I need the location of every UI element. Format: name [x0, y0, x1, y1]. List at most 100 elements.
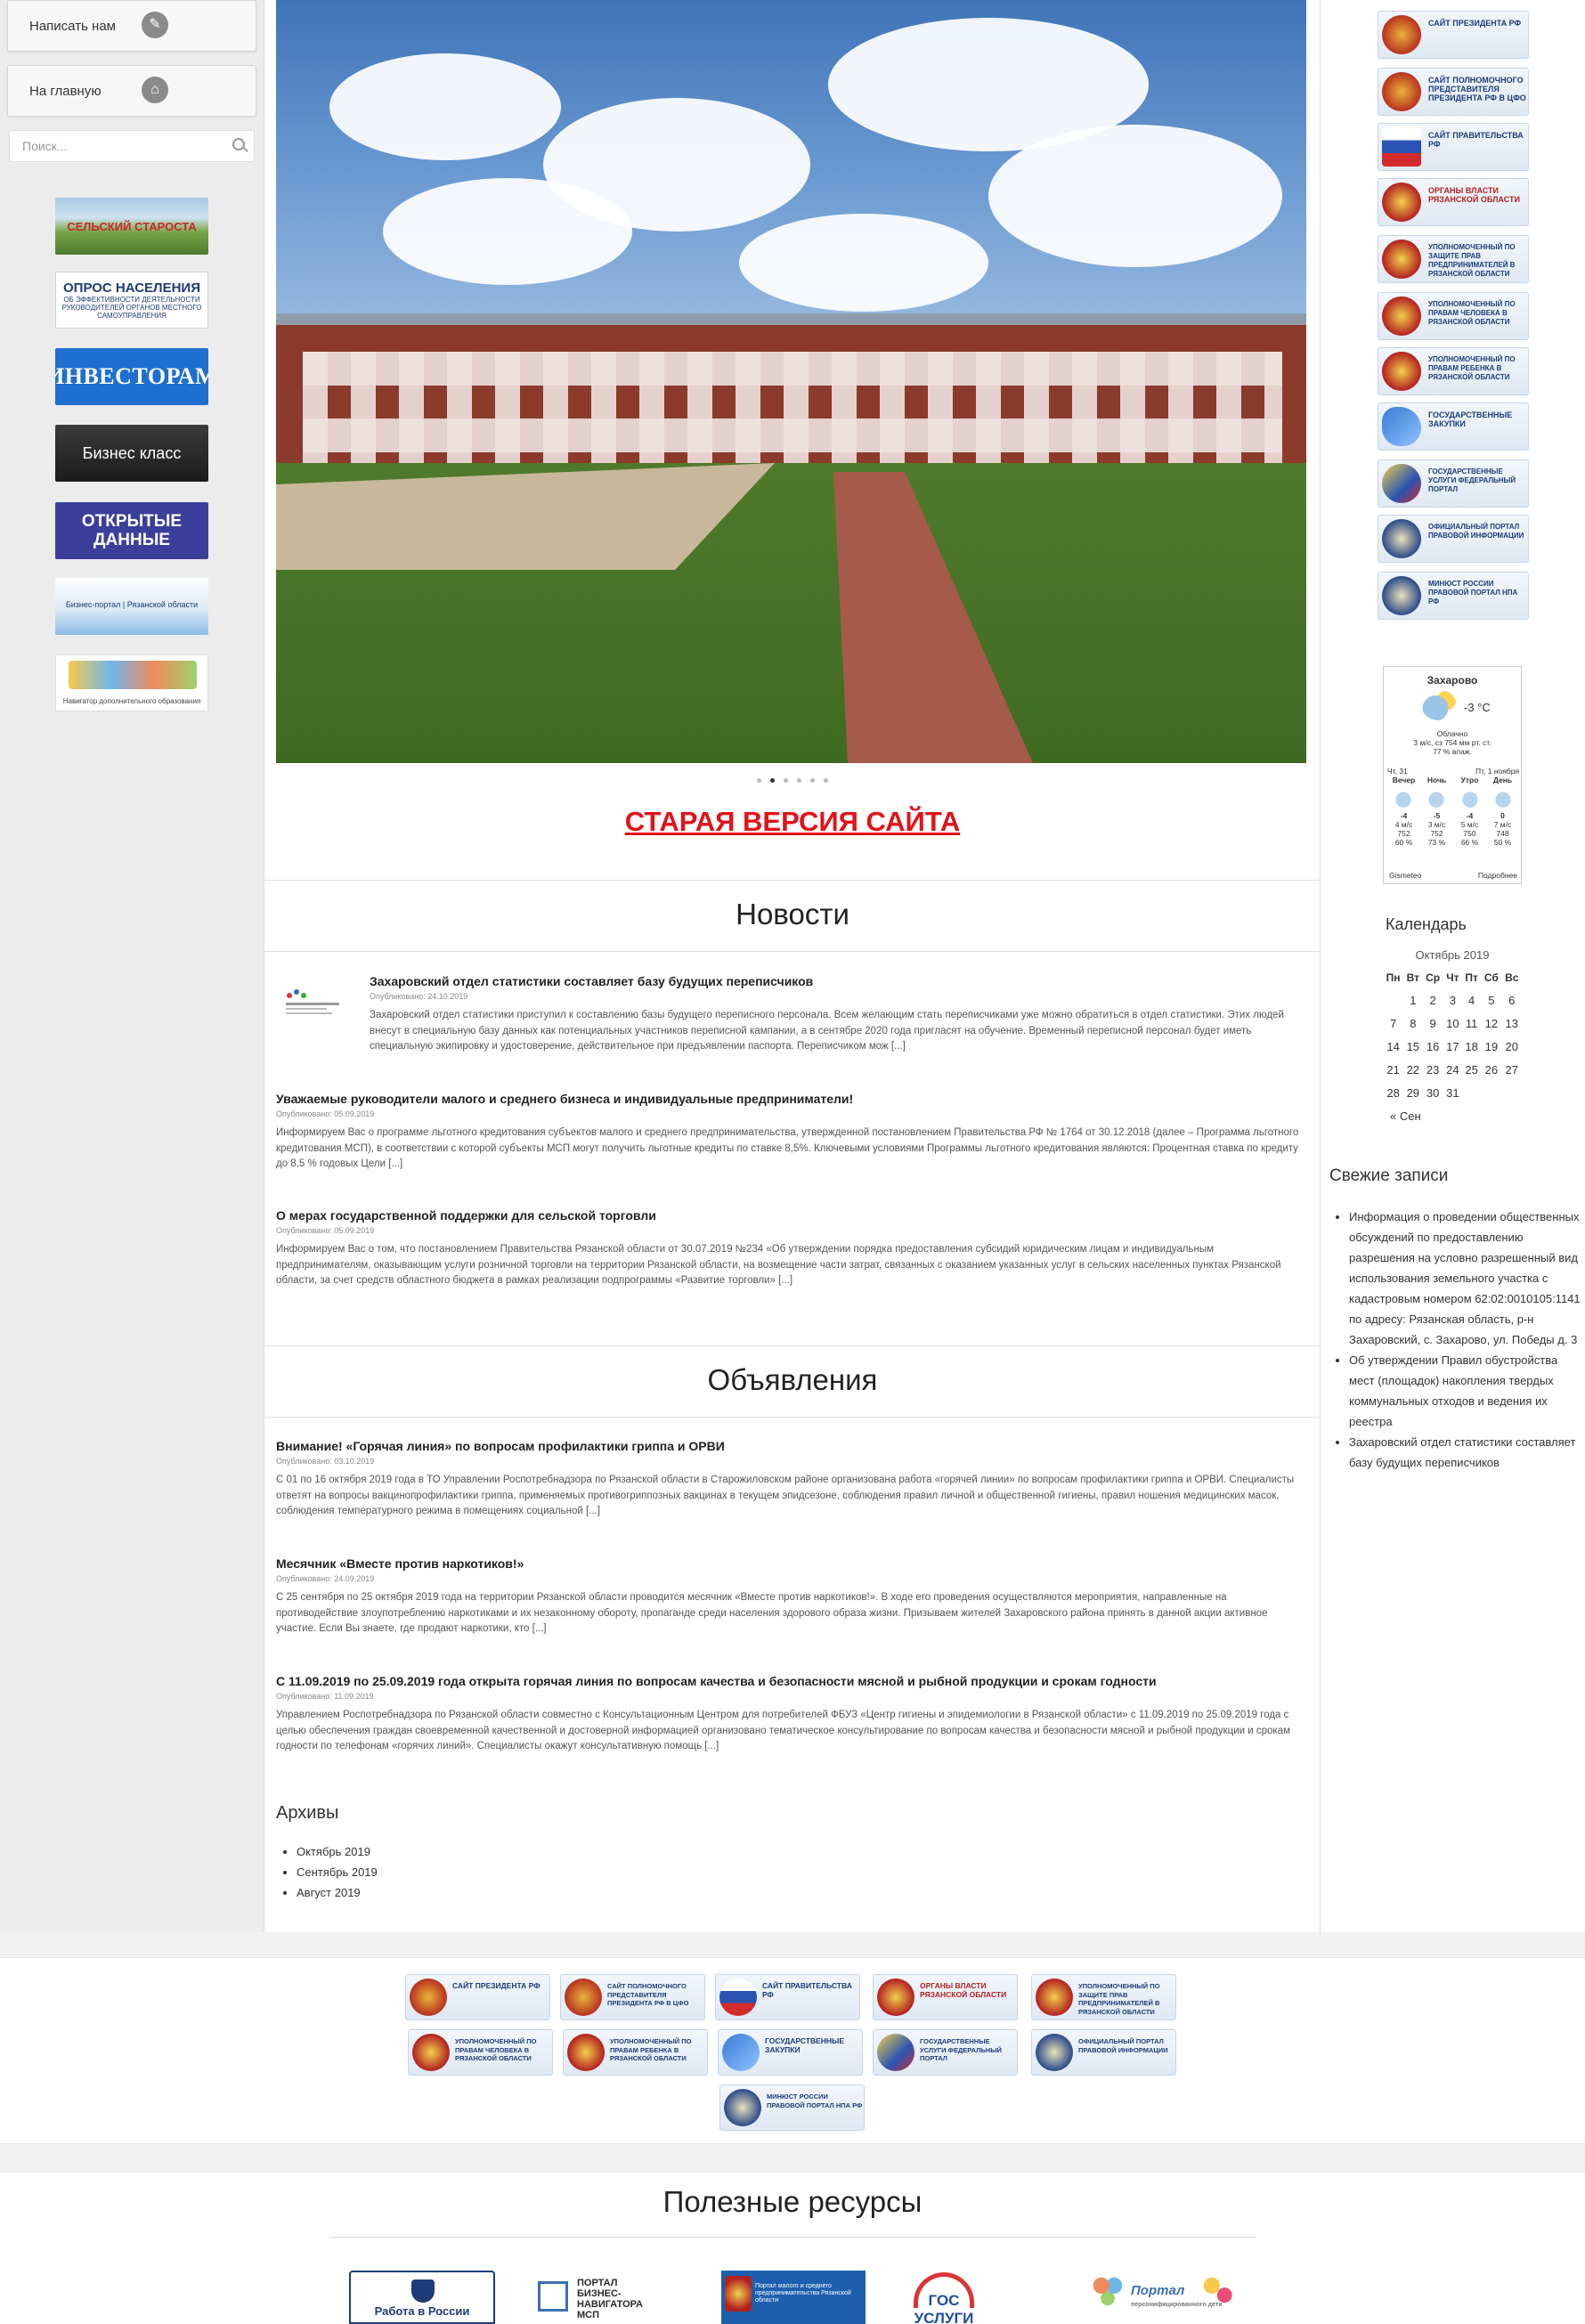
footer-link-polpred[interactable]: Сайт полномочного представителя Президен…	[560, 1974, 705, 2020]
archive-link[interactable]: Октябрь 2019	[297, 1841, 378, 1862]
resource-pfdo-portal[interactable]: Портал персонифицированного дети	[1086, 2271, 1238, 2324]
footer-link-ryazan-authorities[interactable]: Органы власти Рязанской области	[873, 1974, 1018, 2020]
footer-link-label: Сайт Правительства РФ	[762, 1981, 852, 1999]
recent-post-link[interactable]: Захаровский отдел статистики составляет …	[1349, 1432, 1581, 1473]
archive-link[interactable]: Август 2019	[297, 1882, 378, 1903]
news-item: О мерах государственной поддержки для се…	[276, 1208, 1309, 1289]
link-label: Уполномоченный по правам человека в Ряза…	[1428, 300, 1516, 326]
resource-gosuslugi[interactable]: ГОС УСЛУГИ	[908, 2271, 979, 2324]
banner-selskiy-starosta[interactable]: СЕЛЬСКИЙ СТАРОСТА	[55, 198, 208, 255]
slider-dot[interactable]	[797, 778, 801, 783]
resource-label: Работа в России	[374, 2304, 470, 2318]
footer-link-minjust[interactable]: Минюст России Правовой портал НПА РФ	[719, 2084, 865, 2131]
search-input[interactable]: Поиск...	[9, 130, 255, 162]
hero-slider-image[interactable]	[276, 0, 1306, 763]
footer-link-zakupki[interactable]: Государственные закупки	[718, 2029, 863, 2076]
calendar-day: 18	[1465, 1039, 1478, 1053]
footer-link-ombudsman-business[interactable]: Уполномоченный по защите прав предприним…	[1031, 1974, 1176, 2020]
resource-msp-portal[interactable]: Портал малого и среднего предприниматель…	[721, 2271, 866, 2324]
ryazan-emblem-icon	[725, 2276, 752, 2312]
forecast-pressure-value: 750	[1463, 829, 1476, 838]
link-ryazan-authorities[interactable]: Органы власти Рязанской области	[1378, 178, 1529, 226]
announcement-item-title[interactable]: Месячник «Вместе против наркотиков!»	[276, 1556, 1309, 1571]
forecast-period: День	[1492, 776, 1513, 784]
announcement-item-title[interactable]: С 11.09.2019 по 25.09.2019 года открыта …	[276, 1674, 1309, 1688]
link-pravo[interactable]: Официальный портал правовой информации	[1378, 515, 1529, 563]
archive-link[interactable]: Сентябрь 2019	[297, 1862, 378, 1882]
resource-rabota-v-rossii[interactable]: Работа в России	[349, 2271, 495, 2324]
footer-link-president[interactable]: Сайт Президента РФ	[405, 1974, 550, 2020]
forecast-pressure-value: 752	[1397, 829, 1410, 838]
calendar-day[interactable]: 24	[1443, 1058, 1462, 1081]
footer-link-government[interactable]: Сайт Правительства РФ	[715, 1974, 860, 2020]
footer-link-gosuslugi[interactable]: Государственные услуги федеральный порта…	[873, 2029, 1018, 2076]
link-ombudsman-child[interactable]: Уполномоченный по правам ребенка в Рязан…	[1378, 347, 1529, 395]
calendar-widget: Октябрь 2019 Пн Вт Ср Чт Пт Сб Вс 123456…	[1383, 948, 1522, 1127]
banner-open-data[interactable]: ОТКРЫТЫЕ ДАННЫЕ	[55, 502, 208, 559]
footer-link-pravo[interactable]: Официальный портал правовой информации	[1031, 2029, 1176, 2076]
link-zakupki[interactable]: Государственные закупки	[1378, 402, 1529, 451]
weather-widget[interactable]: Захарово -3 °C Облачно 3 м/с, сз 754 мм …	[1383, 666, 1522, 884]
link-gosuslugi[interactable]: Государственные услуги федеральный порта…	[1378, 459, 1529, 508]
weather-temp: -3 °C	[1464, 701, 1491, 714]
recent-post-link[interactable]: Информация о проведении общественных обс…	[1349, 1207, 1581, 1350]
banner-biznes-klass[interactable]: Бизнес класс	[55, 425, 208, 482]
banner-opros-title: ОПРОС НАСЕЛЕНИЯ	[63, 280, 200, 296]
news-item-title[interactable]: О мерах государственной поддержки для се…	[276, 1208, 1309, 1223]
banner-navigator[interactable]: Навигатор дополнительного образования	[55, 654, 208, 711]
slider-dot-active[interactable]	[770, 778, 775, 783]
weather-cond: Облачно	[1436, 729, 1468, 738]
slider-dot[interactable]	[824, 778, 828, 783]
forecast-pressure-value: 748	[1496, 829, 1509, 838]
calendar-day: 8	[1410, 1016, 1417, 1030]
calendar-weekday: Вс	[1505, 971, 1519, 984]
footer-link-ombudsman-child[interactable]: Уполномоченный по правам ребенка в Рязан…	[563, 2029, 708, 2076]
home-button[interactable]: На главную ⌂	[7, 65, 256, 117]
link-government[interactable]: Сайт Правительства РФ	[1378, 123, 1529, 171]
footer-link-label: Органы власти Рязанской области	[920, 1981, 1007, 1999]
link-label: Минюст России Правовой портал НПА РФ	[1428, 580, 1518, 605]
link-ombudsman-business[interactable]: Уполномоченный по защите прав предприним…	[1378, 235, 1529, 283]
banner-investoram[interactable]: ИНВЕСТОРАМ	[55, 348, 208, 405]
link-president[interactable]: Сайт Президента РФ	[1378, 11, 1529, 59]
calendar-day: 20	[1505, 1039, 1518, 1053]
link-ombudsman-human[interactable]: Уполномоченный по правам человека в Ряза…	[1378, 292, 1529, 340]
banner-portal-label: Бизнес-портал | Рязанской области	[65, 600, 199, 609]
calendar-prev-link[interactable]: « Сен	[1383, 1104, 1443, 1127]
link-minjust[interactable]: Минюст России Правовой портал НПА РФ	[1378, 572, 1529, 620]
minjust-emblem-icon	[1382, 576, 1421, 615]
search-icon[interactable]	[232, 138, 245, 150]
write-us-button[interactable]: Написать нам ✎	[7, 0, 256, 52]
calendar-day: 17	[1446, 1039, 1459, 1053]
resource-business-navigator[interactable]: ПОРТАЛ БИЗНЕС-НАВИГАТОРА МСП	[534, 2271, 650, 2324]
slider-dot[interactable]	[810, 778, 815, 783]
old-site-link[interactable]: СТАРАЯ ВЕРСИЯ САЙТА	[264, 806, 1321, 838]
gosuslugi-icon	[877, 2034, 914, 2071]
gismeteo-link[interactable]: Gismeteo	[1389, 871, 1421, 880]
ryazan-emblem-icon	[1036, 1979, 1073, 2016]
left-sidebar: Написать нам ✎ На главную ⌂ Поиск... СЕЛ…	[0, 0, 264, 1932]
link-polpred[interactable]: Сайт полномочного представителя Президен…	[1378, 68, 1529, 116]
slider-dots	[264, 771, 1321, 787]
calendar-day: 16	[1426, 1039, 1440, 1053]
link-label: Государственные закупки	[1428, 410, 1513, 428]
slider-dot[interactable]	[784, 778, 788, 783]
flower-logo-icon	[1202, 2276, 1234, 2308]
weather-more-link[interactable]: Подробнее	[1478, 871, 1517, 880]
announcement-item: С 11.09.2019 по 25.09.2019 года открыта …	[276, 1674, 1309, 1755]
announcement-item-text: Управлением Роспотребнадзора по Рязанско…	[276, 1710, 1291, 1751]
news-item-text: Информируем Вас о том, что постановление…	[276, 1244, 1281, 1286]
slider-dot[interactable]	[757, 778, 761, 783]
announcement-item-title[interactable]: Внимание! «Горячая линия» по вопросам пр…	[276, 1439, 1309, 1453]
banner-business-portal[interactable]: Бизнес-портал | Рязанской области	[55, 578, 208, 635]
link-label: Официальный портал правовой информации	[1428, 523, 1524, 540]
calendar-weekday: Ср	[1426, 971, 1441, 984]
banner-opros[interactable]: ОПРОС НАСЕЛЕНИЯ ОБ ЭФФЕКТИВНОСТИ ДЕЯТЕЛЬ…	[55, 272, 208, 329]
resource-label: ПОРТАЛ БИЗНЕС-НАВИГАТОРА МСП	[577, 2278, 643, 2320]
news-item-title[interactable]: Уважаемые руководители малого и среднего…	[276, 1092, 1309, 1106]
footer-link-ombudsman-human[interactable]: Уполномоченный по правам человека в Ряза…	[408, 2029, 553, 2076]
forecast-humidity-value: 73 %	[1427, 838, 1446, 847]
news-item-title[interactable]: Захаровский отдел статистики составляет …	[370, 974, 1309, 988]
recent-post-link[interactable]: Об утверждении Правил обустройства мест …	[1349, 1350, 1581, 1432]
forecast-humidity-value: 50 %	[1493, 838, 1512, 847]
